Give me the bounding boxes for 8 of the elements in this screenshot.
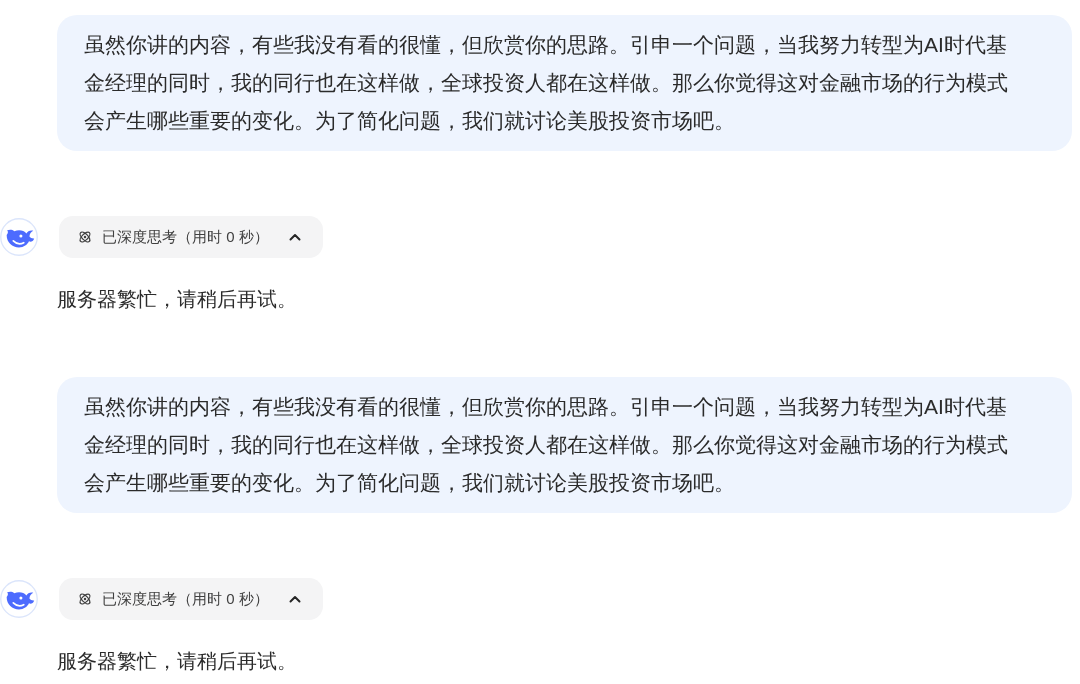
assistant-message: 服务器繁忙，请稍后再试。 xyxy=(57,287,297,312)
thinking-toggle-button[interactable]: 已深度思考（用时 0 秒） xyxy=(59,216,323,258)
assistant-message: 服务器繁忙，请稍后再试。 xyxy=(57,649,297,674)
user-message: 虽然你讲的内容，有些我没有看的很懂，但欣赏你的思路。引申一个问题，当我努力转型为AI时代基金经理的同时，我的同行也在这样做，全球投资人都在这样做。那么你觉得这对金融市场的行为模式会产生哪些重要的变化。为了简化问题，我们就讨论美股投资市场吧。 xyxy=(57,377,1072,513)
thinking-toggle-button[interactable]: 已深度思考（用时 0 秒） xyxy=(59,578,323,620)
atom-icon xyxy=(78,230,92,244)
atom-icon xyxy=(78,592,92,606)
user-message: 虽然你讲的内容，有些我没有看的很懂，但欣赏你的思路。引申一个问题，当我努力转型为AI时代基金经理的同时，我的同行也在这样做，全球投资人都在这样做。那么你觉得这对金融市场的行为模式会产生哪些重要的变化。为了简化问题，我们就讨论美股投资市场吧。 xyxy=(57,15,1072,151)
